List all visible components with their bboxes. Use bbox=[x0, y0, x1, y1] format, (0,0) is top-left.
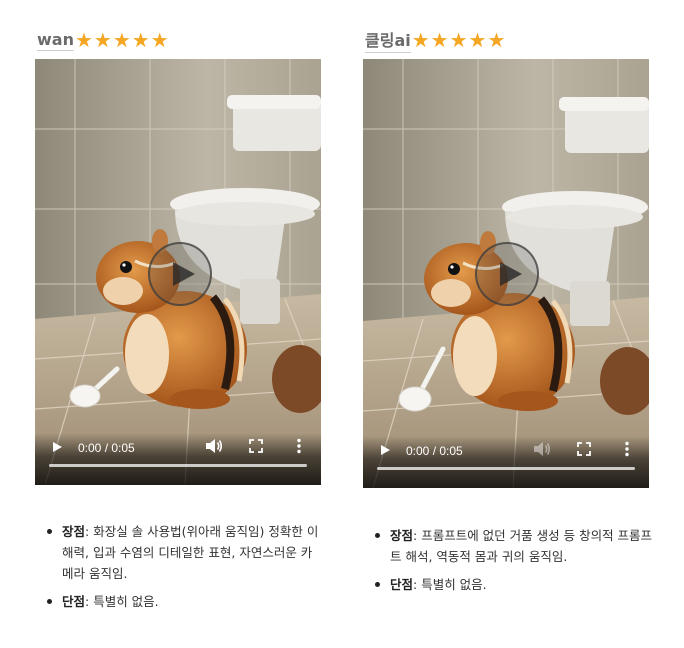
cons-text: : 특별히 없음. bbox=[85, 594, 159, 609]
more-options-icon[interactable] bbox=[623, 441, 631, 457]
panel-title: wan ★★★★★ bbox=[37, 28, 170, 52]
fullscreen-icon[interactable] bbox=[577, 442, 591, 456]
pros-text: : 프롬프트에 없던 거품 생성 등 창의적 프롬프트 해석, 역동적 몸과 귀… bbox=[390, 528, 653, 564]
pros-label: 장점 bbox=[62, 524, 86, 539]
cons-label: 단점 bbox=[62, 594, 86, 609]
pros-text: : 화장실 솔 사용법(위아래 움직임) 정확한 이해력, 입과 수염의 디테일… bbox=[62, 524, 319, 581]
volume-icon[interactable] bbox=[533, 441, 551, 457]
pros-label: 장점 bbox=[390, 528, 414, 543]
play-icon[interactable] bbox=[381, 445, 390, 455]
video-controls: 0:00 / 0:05 bbox=[363, 436, 649, 488]
progress-bar[interactable] bbox=[377, 467, 635, 470]
star-rating: ★★★★★ bbox=[411, 28, 507, 52]
cons-text: : 특별히 없음. bbox=[413, 577, 487, 592]
list-item: 장점: 프롬프트에 없던 거품 생성 등 창의적 프롬프트 해석, 역동적 몸과… bbox=[375, 525, 659, 567]
video-player[interactable]: 0:00 / 0:05 bbox=[363, 59, 649, 488]
pros-cons-list: 장점: 프롬프트에 없던 거품 생성 등 창의적 프롬프트 해석, 역동적 몸과… bbox=[375, 525, 659, 602]
list-item: 장점: 화장실 솔 사용법(위아래 움직임) 정확한 이해력, 입과 수염의 디… bbox=[47, 521, 321, 584]
more-options-icon[interactable] bbox=[295, 438, 303, 454]
cons-label: 단점 bbox=[390, 577, 414, 592]
video-controls: 0:00 / 0:05 bbox=[35, 433, 321, 485]
time-display: 0:00 / 0:05 bbox=[78, 441, 135, 455]
pros-cons-list: 장점: 화장실 솔 사용법(위아래 움직임) 정확한 이해력, 입과 수염의 디… bbox=[47, 521, 321, 619]
time-display: 0:00 / 0:05 bbox=[406, 444, 463, 458]
panel-title: 클링ai ★★★★★ bbox=[365, 27, 507, 53]
list-item: 단점: 특별히 없음. bbox=[375, 574, 659, 595]
play-icon[interactable] bbox=[53, 442, 62, 452]
star-rating: ★★★★★ bbox=[74, 28, 170, 52]
volume-icon[interactable] bbox=[205, 438, 223, 454]
model-name: 클링ai bbox=[365, 27, 411, 53]
play-overlay-button[interactable] bbox=[475, 242, 539, 306]
fullscreen-icon[interactable] bbox=[249, 439, 263, 453]
play-overlay-button[interactable] bbox=[148, 242, 212, 306]
video-player[interactable]: 0:00 / 0:05 bbox=[35, 59, 321, 485]
play-icon bbox=[173, 262, 195, 286]
list-item: 단점: 특별히 없음. bbox=[47, 591, 321, 612]
model-name: wan bbox=[37, 29, 74, 51]
play-icon bbox=[500, 262, 522, 286]
progress-bar[interactable] bbox=[49, 464, 307, 467]
